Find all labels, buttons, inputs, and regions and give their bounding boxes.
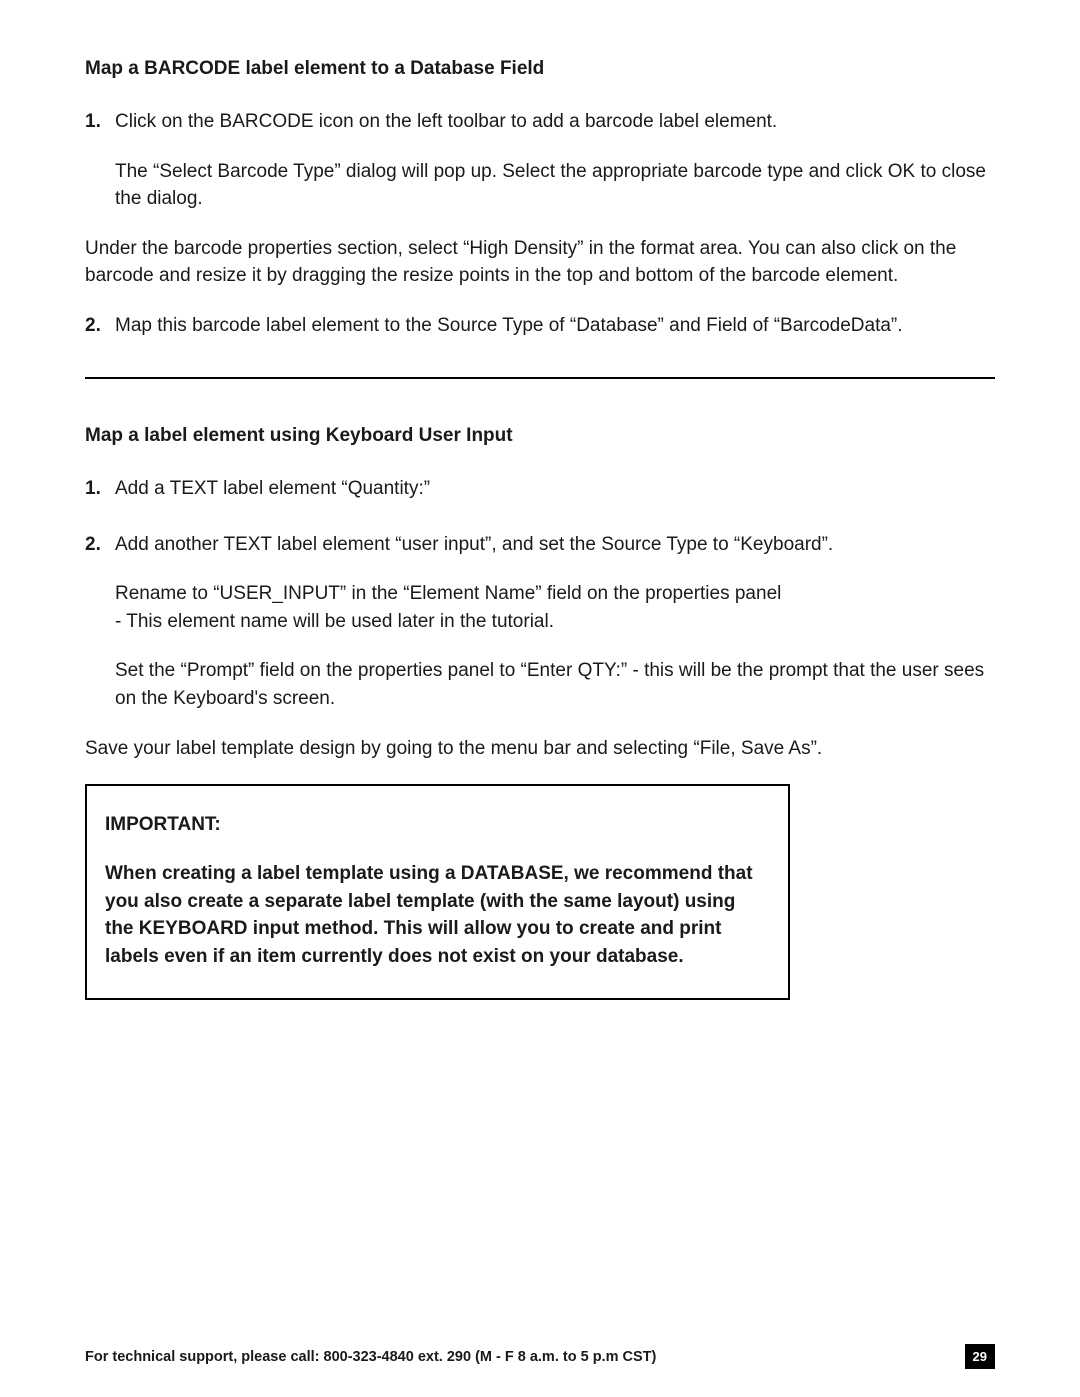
section1-item1-sub: The “Select Barcode Type” dialog will po…	[115, 158, 995, 213]
page-content: Map a BARCODE label element to a Databas…	[0, 0, 1080, 1000]
section2-item2-sub2: Set the “Prompt” field on the properties…	[115, 657, 995, 712]
footer-support-text: For technical support, please call: 800-…	[85, 1349, 656, 1365]
page-number: 29	[965, 1344, 995, 1369]
list-text: Add another TEXT label element “user inp…	[115, 531, 995, 559]
section1-paragraph-under: Under the barcode properties section, se…	[85, 235, 995, 290]
important-body: When creating a label template using a D…	[105, 860, 766, 970]
list-text: Map this barcode label element to the So…	[115, 312, 995, 340]
list-number: 2.	[85, 312, 109, 340]
important-box: IMPORTANT: When creating a label templat…	[85, 784, 790, 1000]
section-divider	[85, 377, 995, 379]
section2-item2: 2. Add another TEXT label element “user …	[85, 531, 995, 559]
section2-heading: Map a label element using Keyboard User …	[85, 425, 995, 447]
section1-heading: Map a BARCODE label element to a Databas…	[85, 58, 995, 80]
section2-save-paragraph: Save your label template design by going…	[85, 735, 995, 763]
section2-item2-sub1: Rename to “USER_INPUT” in the “Element N…	[115, 580, 995, 635]
important-heading: IMPORTANT:	[105, 814, 766, 836]
section1-item1: 1. Click on the BARCODE icon on the left…	[85, 108, 995, 136]
list-text: Click on the BARCODE icon on the left to…	[115, 108, 995, 136]
list-number: 1.	[85, 108, 109, 136]
list-text: Add a TEXT label element “Quantity:”	[115, 475, 995, 503]
list-number: 1.	[85, 475, 109, 503]
section1-item2: 2. Map this barcode label element to the…	[85, 312, 995, 340]
list-number: 2.	[85, 531, 109, 559]
section2-item1: 1. Add a TEXT label element “Quantity:”	[85, 475, 995, 503]
page-footer: For technical support, please call: 800-…	[85, 1344, 995, 1369]
